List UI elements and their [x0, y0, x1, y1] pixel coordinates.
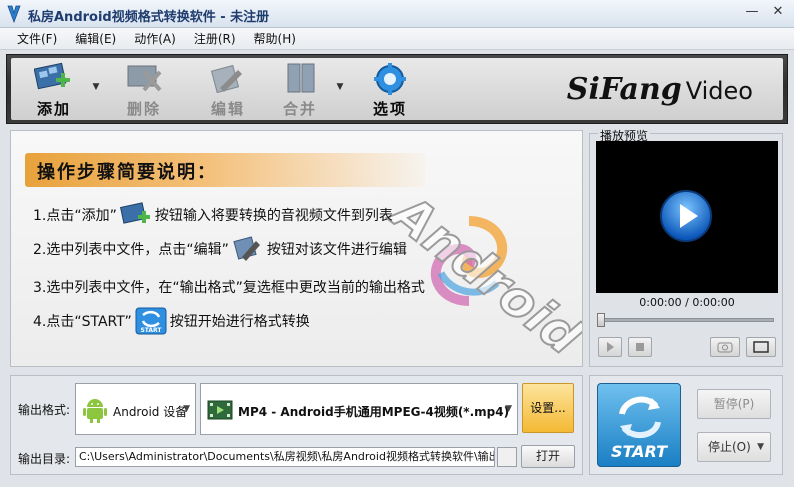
edit-label: 编辑: [210, 100, 245, 118]
options-label: 选项: [372, 100, 407, 118]
step4-text-b: 按钮开始进行格式转换: [169, 314, 310, 330]
output-dir-input[interactable]: C:\Users\Administrator\Documents\私房视频\私房…: [75, 447, 495, 467]
video-preview[interactable]: [596, 141, 778, 293]
preview-stop-button[interactable]: [628, 337, 652, 357]
stop-button[interactable]: 停止(O) ▼: [697, 432, 771, 462]
guide-step-1: 1.点击“添加” 按钮输入将要转换的音视频文件到列表: [33, 201, 393, 229]
menu-help[interactable]: 帮助(H): [245, 30, 305, 47]
settings-button[interactable]: 设置...: [522, 383, 574, 433]
pause-button[interactable]: 暂停(P): [697, 389, 771, 419]
add-button[interactable]: 添加: [17, 60, 91, 118]
title-bar: 私房Android视频格式转换软件 - 未注册 — ✕: [0, 0, 794, 28]
step4-text-a: 4.点击“START”: [33, 314, 132, 330]
seek-thumb[interactable]: [597, 313, 605, 327]
edit-pen-icon: [210, 64, 242, 94]
fullscreen-icon: [753, 341, 769, 353]
device-value: Android 设备: [113, 405, 188, 419]
menu-bar: 文件(F) 编辑(E) 动作(A) 注册(R) 帮助(H): [0, 28, 794, 50]
main-toolbar: 添加 ▼ 删除 编辑 合并 ▼ 选项 SiFang Video: [6, 54, 788, 124]
fullscreen-button[interactable]: [746, 337, 776, 357]
step3-text: 3.选中列表中文件，在“输出格式”复选框中更改当前的输出格式: [33, 280, 425, 296]
delete-film-icon: [127, 65, 162, 92]
guide-header: 操作步骤简要说明：: [25, 153, 425, 187]
edit-button[interactable]: 编辑: [191, 60, 265, 118]
format-select[interactable]: MP4 - Android手机通用MPEG-4视频(*.mp4) ▼: [200, 383, 518, 435]
step2-text-b: 按钮对该文件进行编辑: [266, 242, 407, 258]
guide-step-2: 2.选中列表中文件，点击“编辑” 按钮对该文件进行编辑: [33, 235, 407, 263]
play-icon[interactable]: [659, 189, 713, 243]
browse-dir-button[interactable]: [497, 447, 517, 467]
step2-text-a: 2.选中列表中文件，点击“编辑”: [33, 242, 229, 258]
close-button[interactable]: ✕: [770, 4, 786, 20]
merge-dropdown-icon[interactable]: ▼: [335, 82, 345, 92]
format-value: MP4 - Android手机通用MPEG-4视频(*.mp4): [238, 405, 510, 419]
start-label: START: [610, 442, 668, 461]
stop-dropdown-icon[interactable]: ▼: [757, 433, 764, 461]
merge-label: 合并: [282, 100, 317, 118]
device-select[interactable]: Android 设备 ▼: [75, 383, 196, 435]
convert-arrows-icon: [619, 396, 661, 439]
brand-name: SiFang: [566, 72, 682, 107]
camera-icon: [717, 342, 733, 353]
add-dropdown-icon[interactable]: ▼: [91, 82, 101, 92]
delete-button[interactable]: 删除: [107, 60, 181, 118]
preview-play-button[interactable]: [598, 337, 622, 357]
toolbar-surface: 添加 ▼ 删除 编辑 合并 ▼ 选项 SiFang Video: [11, 58, 783, 120]
delete-label: 删除: [126, 100, 161, 118]
start-small-text: START: [140, 327, 162, 334]
window-title: 私房Android视频格式转换软件 - 未注册: [28, 10, 270, 25]
add-film-icon: [119, 202, 150, 224]
guide-step-4: 4.点击“START” START 按钮开始进行格式转换: [33, 307, 310, 335]
menu-register[interactable]: 注册(R): [185, 30, 245, 47]
edit-pen-icon: [233, 236, 260, 261]
seek-slider[interactable]: [597, 313, 774, 327]
brand-sub: Video: [685, 77, 753, 105]
options-button[interactable]: 选项: [353, 60, 427, 118]
start-small-icon: START: [135, 307, 167, 335]
guide-panel: 操作步骤简要说明： Android 1.点击“添加” 按钮输入将要转换的音视频文…: [10, 130, 583, 367]
time-readout: 0:00:00 / 0:00:00: [639, 296, 735, 309]
output-dir-label: 输出目录:: [18, 452, 71, 466]
start-button[interactable]: START: [597, 383, 681, 467]
minimize-button[interactable]: —: [744, 4, 760, 20]
brand-logo: SiFang Video: [567, 72, 753, 107]
add-label: 添加: [36, 100, 71, 118]
mp4-film-icon: [207, 400, 233, 420]
guide-step-3: 3.选中列表中文件，在“输出格式”复选框中更改当前的输出格式: [33, 277, 425, 297]
step1-text-a: 1.点击“添加”: [33, 208, 117, 224]
play-small-icon: [607, 342, 614, 352]
merge-button[interactable]: 合并: [263, 60, 337, 118]
snapshot-button[interactable]: [710, 337, 740, 357]
android-robot-icon: [83, 399, 107, 423]
stop-label: 停止(O): [708, 440, 751, 454]
guide-title: 操作步骤简要说明：: [37, 162, 217, 183]
android-watermark: Android: [381, 183, 583, 367]
chevron-down-icon[interactable]: ▼: [505, 404, 512, 414]
menu-action[interactable]: 动作(A): [125, 30, 185, 47]
gear-icon: [374, 63, 406, 95]
menu-file[interactable]: 文件(F): [8, 30, 66, 47]
stop-small-icon: [636, 343, 644, 351]
step1-text-b: 按钮输入将要转换的音视频文件到列表: [154, 208, 393, 224]
open-dir-button[interactable]: 打开: [521, 445, 575, 468]
app-logo-icon: [7, 5, 21, 23]
add-film-icon: [34, 62, 70, 90]
merge-film-icon: [287, 63, 315, 93]
chevron-down-icon[interactable]: ▼: [183, 404, 190, 414]
menu-edit[interactable]: 编辑(E): [66, 30, 125, 47]
output-format-label: 输出格式:: [18, 403, 71, 417]
